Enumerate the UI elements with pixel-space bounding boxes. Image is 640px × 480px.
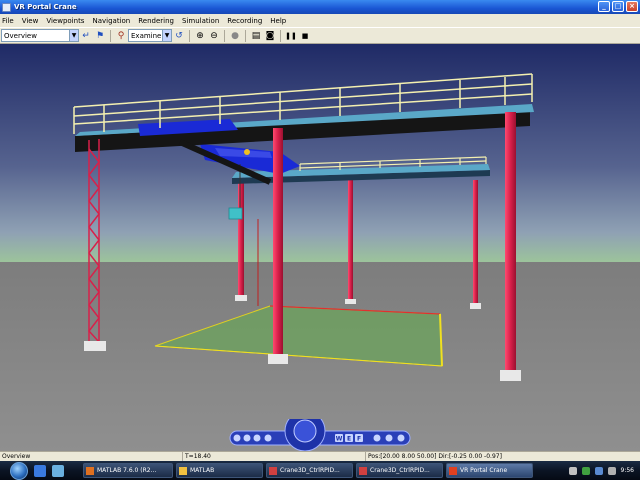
toolbar: Overview ▼ ↵ ⚑ ⚲ Examine ▼ ↺ ⊕ ⊖ ● ▤ ◙ ❚…: [0, 27, 640, 44]
zoom-in-icon[interactable]: ⊕: [193, 29, 207, 43]
column-footing: [268, 354, 288, 364]
column: [505, 112, 516, 374]
toolbar-separator: [280, 29, 281, 42]
navigation-mode-select[interactable]: Examine ▼: [128, 29, 172, 42]
hoist-load: [228, 207, 243, 220]
title-bar: VR Portal Crane _ □ ×: [0, 0, 640, 14]
toolbar-separator: [189, 29, 190, 42]
straighten-up-icon[interactable]: ⚲: [114, 29, 128, 43]
status-bar: Overview T=18.40 Pos:[20.00 8.00 50.00] …: [0, 451, 640, 461]
app-icon: [2, 2, 11, 12]
undo-move-icon[interactable]: ↺: [172, 29, 186, 43]
crane-scene: [0, 44, 640, 451]
task-button-matlab-app[interactable]: MATLAB 7.6.0 (R2...: [83, 463, 173, 478]
navigation-mode-value: Examine: [131, 31, 162, 40]
viewpoint-select-value: Overview: [4, 31, 37, 40]
menu-rendering[interactable]: Rendering: [138, 17, 174, 25]
toolbar-separator: [245, 29, 246, 42]
zoom-out-icon[interactable]: ⊖: [207, 29, 221, 43]
column-footing: [500, 370, 521, 381]
menu-help[interactable]: Help: [270, 17, 286, 25]
security-shield-icon[interactable]: [581, 466, 590, 475]
column-footing: [345, 299, 356, 304]
minimize-button[interactable]: _: [598, 1, 610, 12]
pause-button[interactable]: ❚❚: [284, 29, 298, 43]
vr-icon: [449, 466, 457, 475]
column-footing: [235, 295, 247, 301]
camera-icon[interactable]: ◙: [263, 29, 277, 43]
menu-bar: File View Viewpoints Navigation Renderin…: [0, 14, 640, 27]
quicklaunch-ie-icon[interactable]: [34, 464, 46, 477]
clock[interactable]: 9:56: [621, 467, 634, 474]
start-button[interactable]: [10, 461, 28, 480]
vr-viewport[interactable]: [0, 44, 640, 451]
close-button[interactable]: ×: [626, 1, 638, 12]
menu-simulation[interactable]: Simulation: [182, 17, 219, 25]
maximize-button[interactable]: □: [612, 1, 624, 12]
toolbar-separator: [110, 29, 111, 42]
window-title: VR Portal Crane: [14, 3, 77, 11]
column: [238, 177, 244, 297]
column-footing: [470, 303, 481, 309]
next-viewpoint-icon[interactable]: ⚑: [93, 29, 107, 43]
chevron-down-icon: ▼: [162, 30, 171, 41]
task-button-matlab-folder[interactable]: MATLAB: [176, 463, 263, 478]
column: [273, 128, 283, 356]
task-button-vr-portal-crane[interactable]: VR Portal Crane: [446, 463, 533, 478]
column-footing: [84, 341, 106, 351]
menu-navigation[interactable]: Navigation: [92, 17, 130, 25]
quicklaunch-desktop-icon[interactable]: [52, 464, 64, 477]
hoist-hook: [244, 149, 250, 155]
tray-chevron-icon[interactable]: [568, 466, 577, 475]
menu-view[interactable]: View: [22, 17, 39, 25]
chevron-down-icon: ▼: [69, 30, 78, 41]
toolbar-separator: [224, 29, 225, 42]
viewpoint-select[interactable]: Overview ▼: [1, 29, 79, 42]
task-button-crane3d-1[interactable]: Crane3D_CtrlRPID...: [266, 463, 353, 478]
stop-button[interactable]: ■: [298, 29, 312, 43]
network-icon[interactable]: [594, 466, 603, 475]
column: [348, 180, 353, 300]
task-button-crane3d-2[interactable]: Crane3D_CtrlRPID...: [356, 463, 443, 478]
folder-icon: [179, 466, 187, 475]
window-controls: _ □ ×: [598, 1, 638, 12]
column: [473, 180, 478, 306]
status-position: Pos:[20.00 8.00 50.00] Dir:[-0.25 0.00 -…: [368, 453, 502, 460]
volume-icon[interactable]: [607, 466, 616, 475]
taskbar: MATLAB 7.6.0 (R2... MATLAB Crane3D_CtrlR…: [0, 461, 640, 480]
menu-viewpoints[interactable]: Viewpoints: [46, 17, 84, 25]
simulink-icon: [269, 466, 277, 475]
sky: [0, 44, 640, 266]
record-icon[interactable]: ●: [228, 29, 242, 43]
system-tray: 9:56: [568, 461, 640, 480]
clipboard-icon[interactable]: ▤: [249, 29, 263, 43]
return-viewpoint-icon[interactable]: ↵: [79, 29, 93, 43]
status-time: T=18.40: [183, 452, 366, 461]
simulink-icon: [359, 466, 367, 475]
status-viewpoint: Overview: [0, 452, 183, 461]
menu-file[interactable]: File: [2, 17, 14, 25]
matlab-icon: [86, 466, 94, 475]
menu-recording[interactable]: Recording: [227, 17, 262, 25]
